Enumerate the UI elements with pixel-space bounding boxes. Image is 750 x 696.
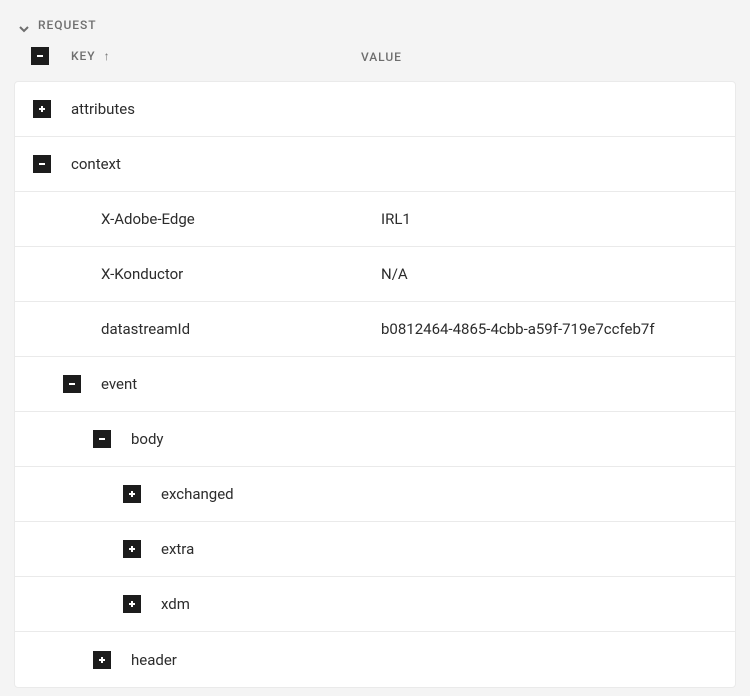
expand-icon[interactable] [123,540,141,558]
section-header[interactable]: REQUEST [0,0,750,46]
tree-key: context [71,155,121,173]
expand-icon[interactable] [123,595,141,613]
collapse-icon[interactable] [33,155,51,173]
column-headers: KEY ↑ VALUE [0,46,750,81]
tree-row-x-adobe-edge[interactable]: X-Adobe-Edge IRL1 [15,192,735,247]
expand-icon[interactable] [123,485,141,503]
tree-row-context[interactable]: context [15,137,735,192]
tree-row-xdm[interactable]: xdm [15,577,735,632]
key-column-header[interactable]: KEY ↑ [71,49,361,63]
tree-key: xdm [161,595,190,613]
tree-key: datastreamId [33,320,190,338]
chevron-down-icon [18,20,28,30]
tree-row-event[interactable]: event [15,357,735,412]
expand-icon[interactable] [93,651,111,669]
tree-row-attributes[interactable]: attributes [15,82,735,137]
request-panel: REQUEST KEY ↑ VALUE attributes [0,0,750,688]
collapse-icon[interactable] [93,430,111,448]
key-column-label: KEY [71,49,96,63]
tree-key: header [131,651,177,669]
tree-row-exchanged[interactable]: exchanged [15,467,735,522]
tree-value: IRL1 [381,210,717,228]
sort-ascending-icon: ↑ [104,49,110,63]
tree-row-extra[interactable]: extra [15,522,735,577]
tree-value: N/A [381,265,717,283]
tree-view: attributes context X-Adobe-Edge IRL1 X-K… [14,81,736,688]
tree-row-body[interactable]: body [15,412,735,467]
expand-icon[interactable] [33,100,51,118]
tree-key: extra [161,540,194,558]
tree-key: body [131,430,164,448]
collapse-all-toggle[interactable] [31,47,49,65]
collapse-icon[interactable] [63,375,81,393]
section-title: REQUEST [38,18,97,32]
tree-row-x-konductor[interactable]: X-Konductor N/A [15,247,735,302]
tree-value: b0812464-4865-4cbb-a59f-719e7ccfeb7f [381,320,717,338]
tree-key: X-Adobe-Edge [33,210,195,228]
tree-row-header[interactable]: header [15,632,735,687]
tree-key: attributes [71,100,135,118]
tree-key: exchanged [161,485,234,503]
tree-row-datastream-id[interactable]: datastreamId b0812464-4865-4cbb-a59f-719… [15,302,735,357]
tree-key: X-Konductor [33,265,183,283]
tree-key: event [101,375,137,393]
value-column-label: VALUE [361,50,402,64]
